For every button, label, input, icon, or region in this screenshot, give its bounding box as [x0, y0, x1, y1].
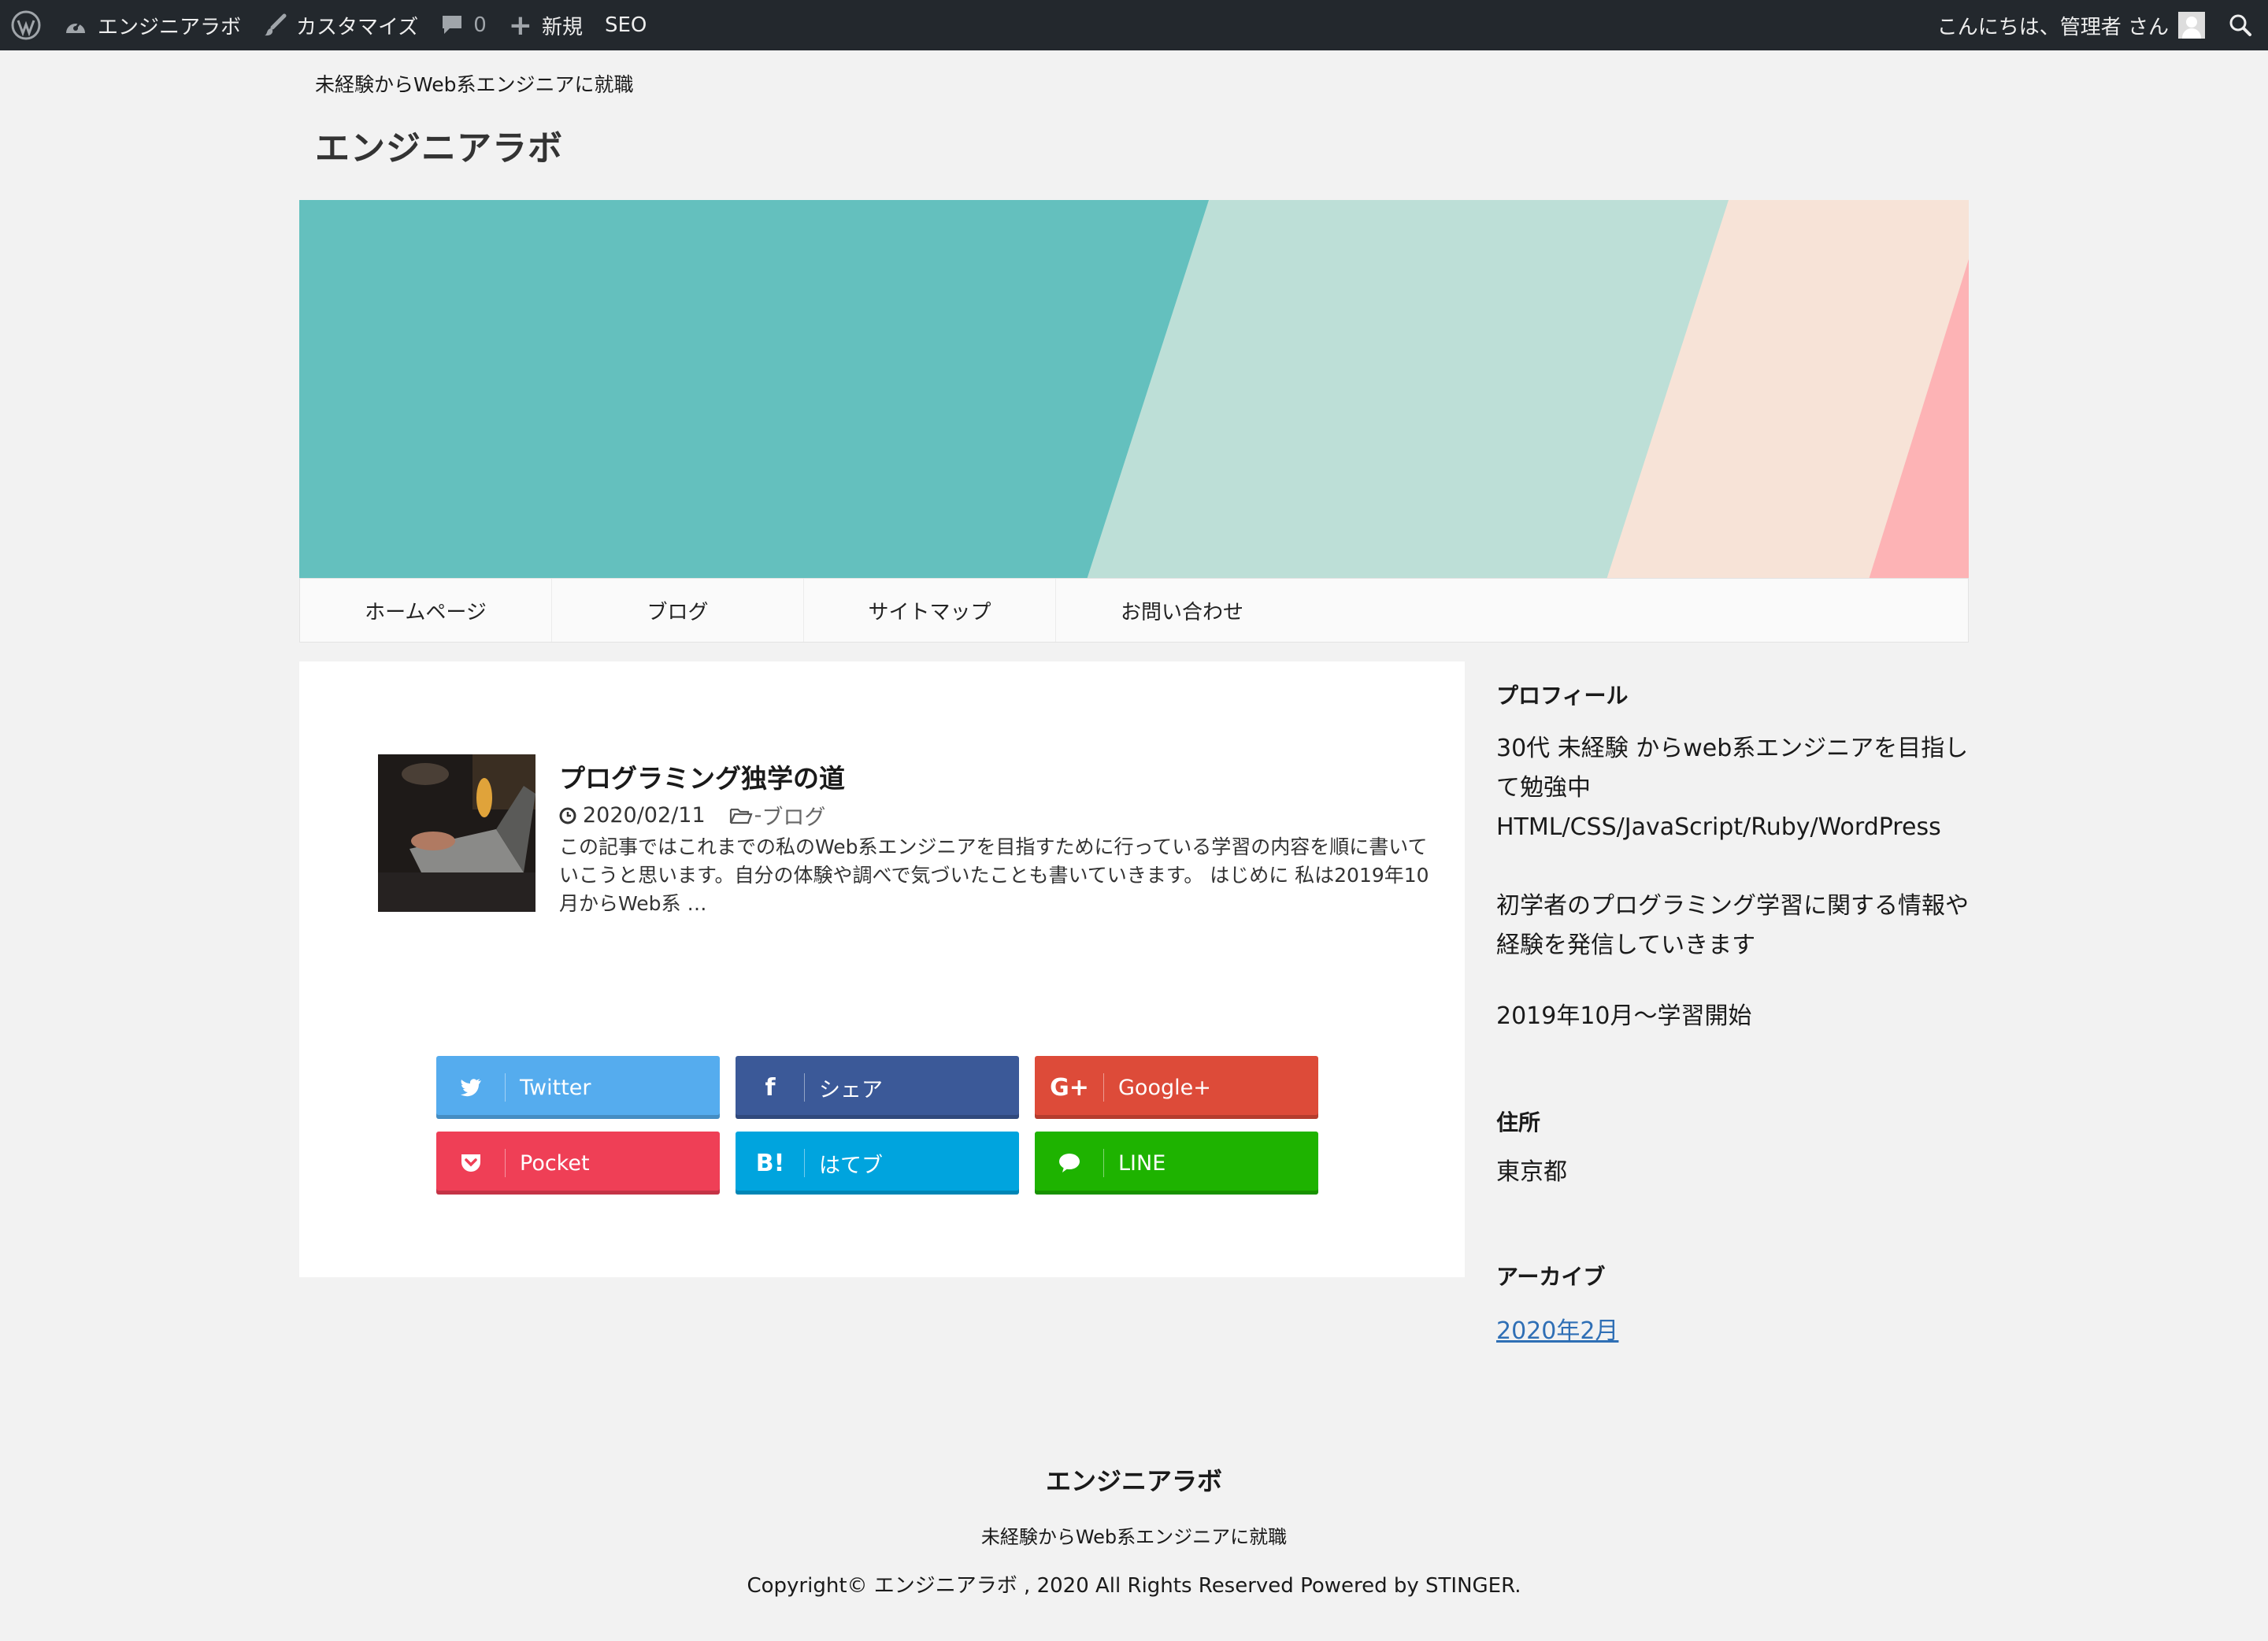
avatar: [2178, 12, 2205, 39]
google-plus-icon: G+: [1035, 1056, 1104, 1119]
line-icon: [1035, 1132, 1104, 1195]
site-title[interactable]: エンジニアラボ: [315, 120, 563, 170]
archive-heading: アーカイブ: [1496, 1264, 1606, 1290]
line-share-label: LINE: [1118, 1150, 1166, 1176]
pocket-share-label: Pocket: [520, 1150, 590, 1176]
site-tagline: 未経験からWeb系エンジニアに就職: [315, 73, 634, 96]
footer-tagline: 未経験からWeb系エンジニアに就職: [980, 1526, 1288, 1548]
global-nav: ホームページ ブログ サイトマップ お問い合わせ: [299, 578, 1969, 643]
brush-icon: [263, 13, 287, 37]
post-date: 2020/02/11: [583, 803, 706, 828]
google-plus-share-label: Google+: [1118, 1075, 1211, 1100]
greeting-label: こんにちは、管理者 さん: [1936, 15, 2169, 39]
post-title-link[interactable]: プログラミング独学の道: [559, 758, 845, 795]
nav-item-sitemap[interactable]: サイトマップ: [804, 579, 1056, 642]
google-plus-share-button[interactable]: G+ Google+: [1035, 1056, 1318, 1119]
twitter-share-button[interactable]: Twitter: [436, 1056, 720, 1119]
nav-item-contact[interactable]: お問い合わせ: [1056, 579, 1308, 642]
pocket-icon: [436, 1132, 506, 1195]
line-share-button[interactable]: LINE: [1035, 1132, 1318, 1195]
hatena-share-button[interactable]: B! はてブ: [736, 1132, 1019, 1195]
site-name-menu[interactable]: エンジニアラボ: [52, 0, 252, 50]
admin-search-button[interactable]: [2221, 0, 2252, 50]
profile-text-3: 初学者のプログラミング学習に関する情報や経験を発信していきます: [1496, 892, 1969, 959]
dashboard-icon: [63, 14, 88, 36]
profile-heading: プロフィール: [1496, 683, 1629, 709]
hatena-share-label: はてブ: [819, 1153, 883, 1178]
profile-text-4: 2019年10月〜学習開始: [1496, 1002, 1752, 1030]
facebook-share-button[interactable]: f シェア: [736, 1056, 1019, 1119]
footer-site-title[interactable]: エンジニアラボ: [0, 1461, 2268, 1498]
post-meta: 2020/02/11 - ブログ: [559, 800, 825, 831]
folder-icon: [729, 808, 753, 824]
post-thumbnail[interactable]: [378, 754, 536, 912]
seo-label: SEO: [604, 13, 647, 37]
customize-label: カスタマイズ: [296, 15, 419, 39]
comments-count: 0: [473, 13, 487, 37]
facebook-share-label: シェア: [819, 1077, 883, 1102]
address-heading: 住所: [1496, 1109, 1541, 1135]
site-name-label: エンジニアラボ: [98, 15, 242, 39]
admin-bar: エンジニアラボ カスタマイズ 0 + 新規 SEO こんにちは、管理者 さん: [0, 0, 2268, 50]
facebook-icon: f: [736, 1056, 805, 1119]
wordpress-logo-button[interactable]: [0, 0, 52, 50]
archive-link-2020-02[interactable]: 2020年2月: [1496, 1311, 1618, 1346]
header-image: [299, 200, 1969, 580]
post-excerpt: この記事ではこれまでの私のWeb系エンジニアを目指すために行っている学習の内容を…: [559, 835, 1429, 915]
hatena-bookmark-icon: B!: [736, 1132, 805, 1195]
footer-copyright: Copyright© エンジニアラボ , 2020 All Rights Res…: [747, 1574, 1521, 1598]
nav-item-blog[interactable]: ブログ: [552, 579, 804, 642]
post-list-card: プログラミング独学の道 2020/02/11 - ブログ この記事ではこれまでの…: [299, 661, 1465, 1277]
post-category: - ブログ: [729, 800, 825, 831]
clock-icon: [559, 807, 576, 824]
address-text: 東京都: [1496, 1158, 1567, 1186]
nav-item-home[interactable]: ホームページ: [300, 579, 552, 642]
twitter-icon: [436, 1056, 506, 1119]
profile-text-1: 30代 未経験 からweb系エンジニアを目指して勉強中: [1496, 735, 1969, 802]
new-content-button[interactable]: + 新規: [498, 0, 594, 50]
search-icon: [2229, 14, 2251, 36]
twitter-share-label: Twitter: [520, 1075, 591, 1100]
profile-text-2: HTML/CSS/JavaScript/Ruby/WordPress: [1496, 813, 1941, 841]
plus-icon: +: [508, 9, 532, 42]
post-category-link[interactable]: ブログ: [762, 800, 825, 831]
comment-bubble-icon: [440, 14, 464, 36]
seo-button[interactable]: SEO: [594, 0, 658, 50]
customize-button[interactable]: カスタマイズ: [252, 0, 429, 50]
wordpress-icon: [11, 10, 41, 40]
my-account-menu[interactable]: こんにちは、管理者 さん: [1926, 0, 2221, 50]
comments-button[interactable]: 0: [429, 0, 498, 50]
new-label: 新規: [541, 15, 583, 39]
pocket-share-button[interactable]: Pocket: [436, 1132, 720, 1195]
